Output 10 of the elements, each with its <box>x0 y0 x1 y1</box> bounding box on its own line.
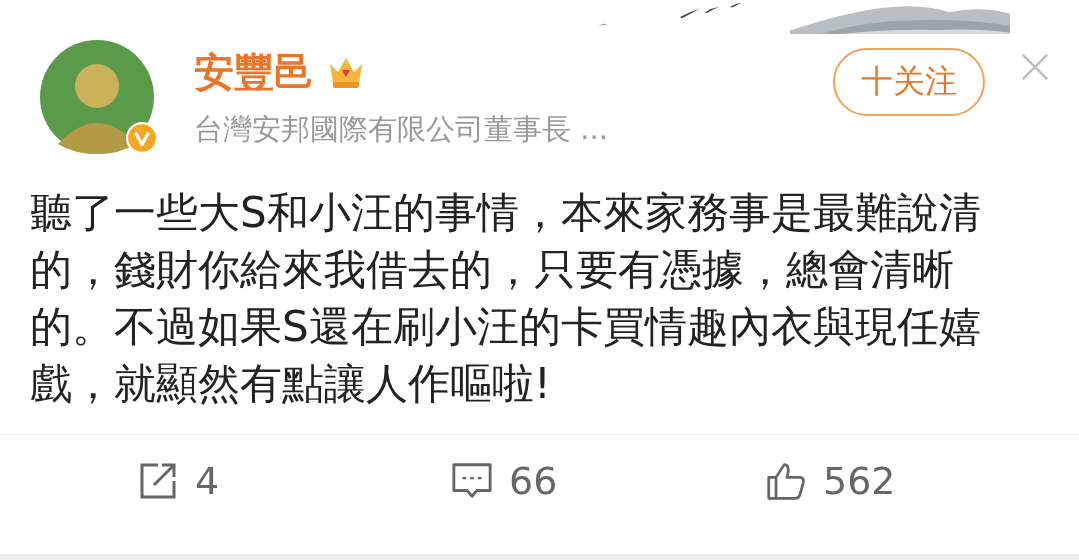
action-count: 562 <box>823 459 896 503</box>
author-bio: 台灣安邦國際有限公司董事長 ... <box>194 110 609 148</box>
avatar[interactable] <box>40 40 154 154</box>
follow-button[interactable]: 十关注 <box>833 48 985 116</box>
action-count: 66 <box>509 459 558 503</box>
comment-icon[interactable] <box>451 461 493 501</box>
action-count: 4 <box>195 459 220 503</box>
thumbs-up-icon[interactable] <box>765 461 807 501</box>
author-name[interactable]: 安豐邑 <box>194 44 314 100</box>
post-text: 聽了一些大S和小汪的事情，本來家務事是最難說清的，錢財你給來我借去的，只要有憑據，總會清晰的。不過如果S還在刷小汪的卡買情趣內衣與現任嬉戲，就顯然有點讓人作嘔啦! <box>30 187 982 410</box>
